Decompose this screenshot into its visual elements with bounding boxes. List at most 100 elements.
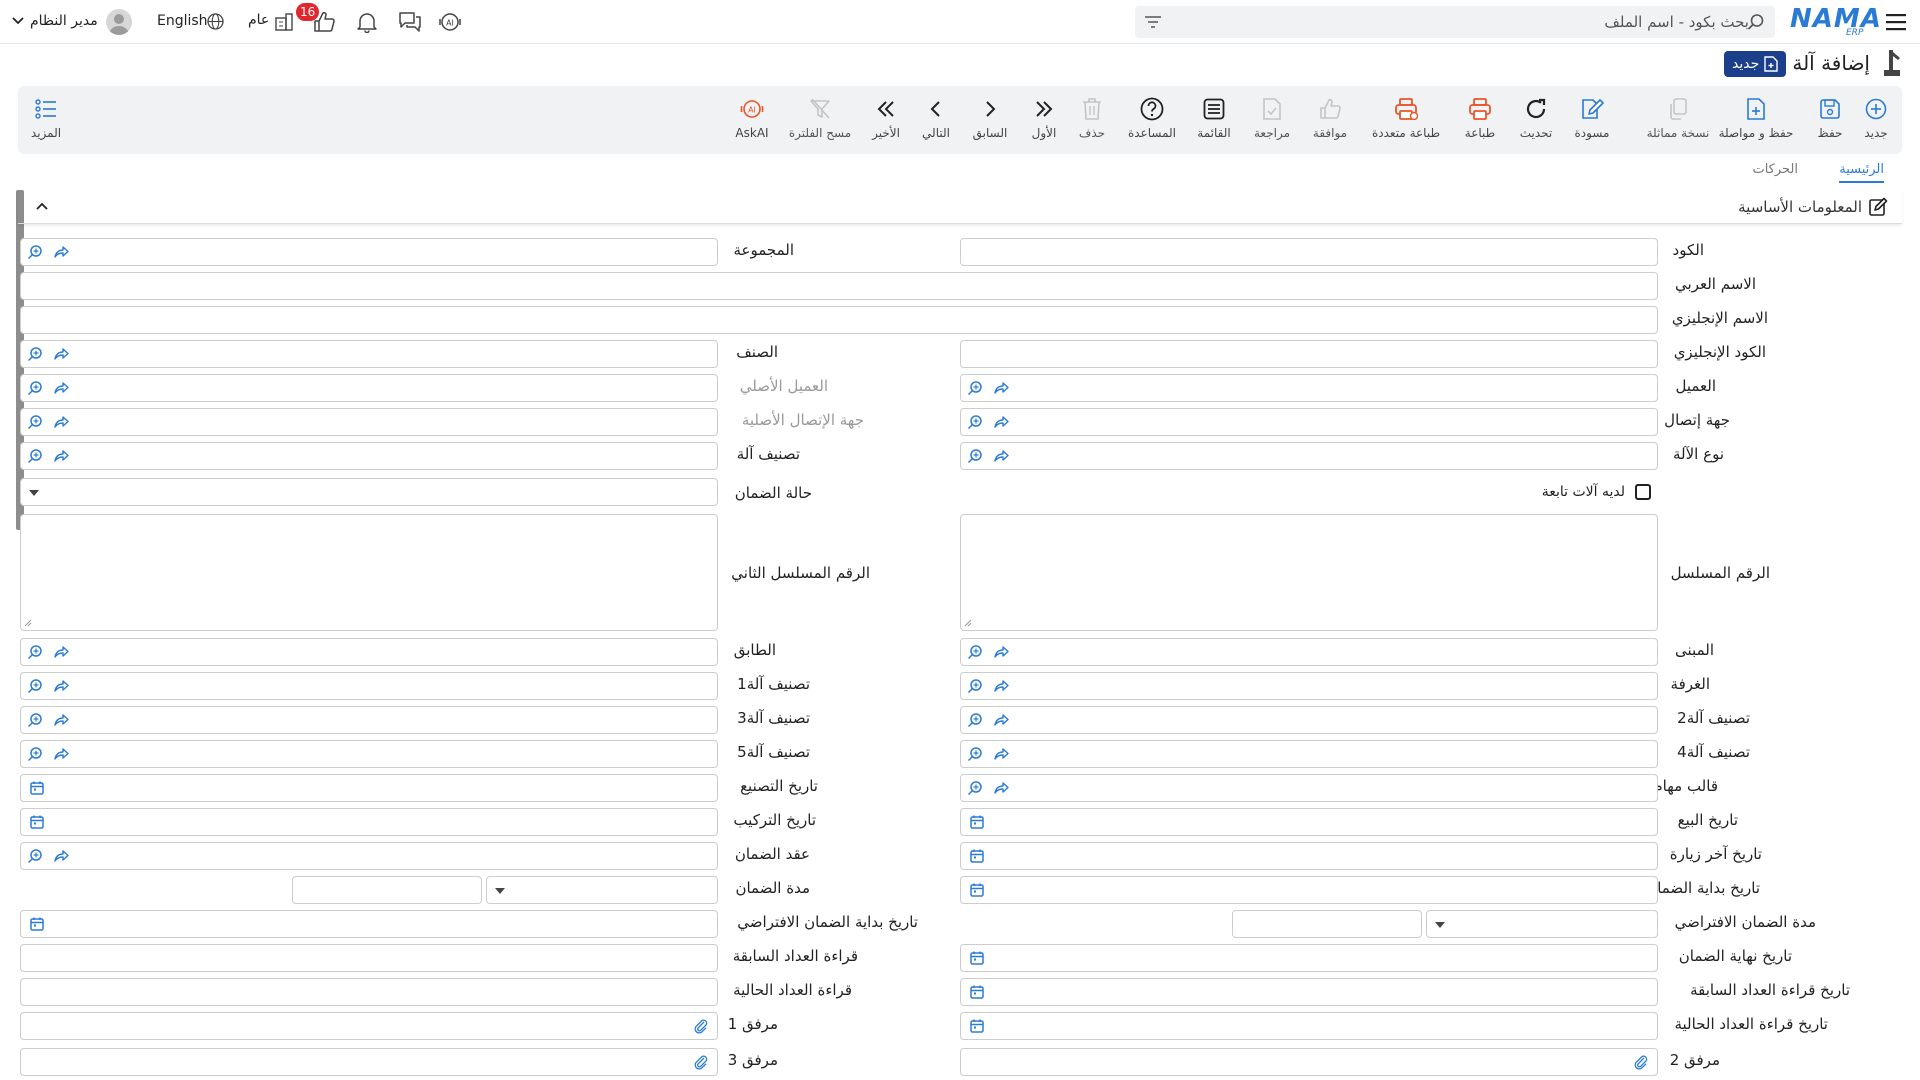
has-sub-machines-checkbox[interactable] [1635,484,1651,500]
approve-button[interactable]: موافقة [1298,96,1362,140]
category5-lookup[interactable] [20,740,718,768]
branch-icon[interactable] [274,12,294,32]
machine-category-lookup[interactable] [20,442,718,470]
previous-reading-date-picker[interactable] [960,978,1658,1006]
attachment2-field[interactable] [960,1048,1658,1076]
save-and-continue-button[interactable]: حفظ و مواصلة [1719,96,1793,140]
second-serial-number-textarea[interactable] [20,514,718,631]
group-lookup[interactable] [20,238,718,266]
warranty-period-input[interactable] [292,876,482,904]
review-button[interactable]: مراجعة [1240,96,1304,140]
chevron-down-icon[interactable] [12,17,24,25]
search-lookup-icon[interactable] [27,448,43,464]
print-button[interactable]: طباعة [1448,96,1512,140]
askai-button[interactable]: AI AskAI [720,96,784,140]
save-button[interactable]: حفظ [1798,96,1862,140]
dropdown-caret-icon[interactable] [1435,922,1445,928]
open-link-icon[interactable] [53,678,69,694]
open-link-icon[interactable] [993,746,1009,762]
category4-lookup[interactable] [960,740,1658,768]
open-link-icon[interactable] [53,346,69,362]
search-lookup-icon[interactable] [27,244,43,260]
last-visit-date-picker[interactable] [960,842,1658,870]
search-lookup-icon[interactable] [967,678,983,694]
resize-grip-icon[interactable] [24,619,32,627]
paperclip-icon[interactable] [1633,1054,1649,1070]
category3-lookup[interactable] [20,706,718,734]
serial-number-textarea[interactable] [960,514,1658,631]
open-link-icon[interactable] [53,380,69,396]
ai-assistant-icon[interactable]: AI [438,11,462,33]
collapse-chevron-up-icon[interactable] [36,202,48,210]
room-lookup[interactable] [960,672,1658,700]
warranty-period-unit-select[interactable] [486,876,718,904]
english-code-input[interactable] [960,340,1658,368]
open-link-icon[interactable] [993,414,1009,430]
machine-type-lookup[interactable] [960,442,1658,470]
building-lookup[interactable] [960,638,1658,666]
open-link-icon[interactable] [993,780,1009,796]
refresh-button[interactable]: تحديث [1504,96,1568,140]
original-contact-lookup[interactable] [20,408,718,436]
category2-lookup[interactable] [960,706,1658,734]
open-link-icon[interactable] [53,848,69,864]
calendar-icon[interactable] [29,814,45,830]
dropdown-caret-icon[interactable] [29,490,39,496]
duplicate-button[interactable]: نسخة مماثلة [1646,96,1710,140]
resize-grip-icon[interactable] [964,619,972,627]
open-link-icon[interactable] [53,644,69,660]
chat-icon[interactable] [398,11,422,33]
help-button[interactable]: المساعدة [1120,96,1184,140]
open-link-icon[interactable] [53,448,69,464]
open-link-icon[interactable] [53,244,69,260]
search-lookup-icon[interactable] [27,644,43,660]
calendar-icon[interactable] [969,1018,985,1034]
previous-counter-reading-input[interactable] [20,944,718,972]
open-link-icon[interactable] [993,678,1009,694]
branch-label[interactable]: عام [248,12,269,28]
current-counter-reading-input[interactable] [20,978,718,1006]
search-lookup-icon[interactable] [27,848,43,864]
open-link-icon[interactable] [53,414,69,430]
calendar-icon[interactable] [969,814,985,830]
customer-lookup[interactable] [960,374,1658,402]
code-input[interactable] [960,238,1658,266]
tab-main[interactable]: الرئيسية [1839,162,1884,183]
search-lookup-icon[interactable] [967,746,983,762]
search-lookup-icon[interactable] [967,380,983,396]
open-link-icon[interactable] [53,712,69,728]
clear-filter-button[interactable]: مسح الفلترة [788,96,852,140]
category1-lookup[interactable] [20,672,718,700]
warranty-status-select[interactable] [20,478,718,506]
floor-lookup[interactable] [20,638,718,666]
open-link-icon[interactable] [993,644,1009,660]
sale-date-picker[interactable] [960,808,1658,836]
user-name[interactable]: مدير النظام [30,13,98,29]
default-warranty-start-date-picker[interactable] [20,910,718,938]
more-button[interactable]: المزيد [14,96,78,140]
calendar-icon[interactable] [969,848,985,864]
original-customer-lookup[interactable] [20,374,718,402]
open-link-icon[interactable] [993,712,1009,728]
search-icon[interactable] [1747,13,1765,31]
default-warranty-period-input[interactable] [1232,910,1422,938]
item-lookup[interactable] [20,340,718,368]
warranty-end-date-picker[interactable] [960,944,1658,972]
warranty-contract-lookup[interactable] [20,842,718,870]
open-link-icon[interactable] [53,746,69,762]
manufacture-date-picker[interactable] [20,774,718,802]
open-link-icon[interactable] [993,448,1009,464]
search-lookup-icon[interactable] [27,678,43,694]
calendar-icon[interactable] [969,882,985,898]
hamburger-menu-icon[interactable] [1886,13,1906,31]
installation-date-picker[interactable] [20,808,718,836]
search-lookup-icon[interactable] [967,644,983,660]
search-lookup-icon[interactable] [27,712,43,728]
calendar-icon[interactable] [969,984,985,1000]
notifications-bell-icon[interactable] [356,11,378,33]
search-lookup-icon[interactable] [27,414,43,430]
search-lookup-icon[interactable] [967,780,983,796]
search-input[interactable] [1175,6,1755,38]
search-lookup-icon[interactable] [967,712,983,728]
current-reading-date-picker[interactable] [960,1012,1658,1040]
